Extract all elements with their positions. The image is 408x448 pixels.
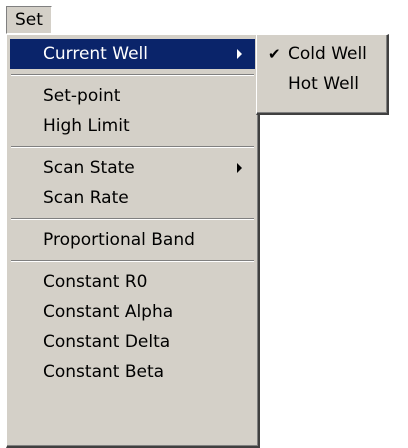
- menu-item-label: Set-point: [43, 86, 121, 106]
- menu-item-proportional-band[interactable]: Proportional Band: [10, 225, 255, 255]
- menubar-set-label: Set: [15, 10, 43, 30]
- menu-item-label: Scan Rate: [43, 188, 129, 208]
- submenu-item-label: Cold Well: [288, 44, 367, 64]
- menu-separator: [10, 255, 255, 267]
- submenu-arrow-icon: [237, 163, 242, 173]
- menu-item-constant-beta[interactable]: Constant Beta: [10, 357, 255, 387]
- menu-item-label: Constant Beta: [43, 362, 165, 382]
- menu-item-label: High Limit: [43, 116, 130, 136]
- current-well-submenu: ✔ Cold Well Hot Well: [256, 34, 389, 115]
- menu-item-label: Current Well: [43, 44, 148, 64]
- submenu-item-cold-well[interactable]: ✔ Cold Well: [260, 39, 384, 69]
- menu-item-constant-alpha[interactable]: Constant Alpha: [10, 297, 255, 327]
- submenu-item-hot-well[interactable]: Hot Well: [260, 69, 384, 99]
- menu-separator: [10, 69, 255, 81]
- checkmark-icon: ✔: [268, 45, 281, 63]
- menu-item-high-limit[interactable]: High Limit: [10, 111, 255, 141]
- menu-separator: [10, 141, 255, 153]
- set-menu: Current Well Set-point High Limit Scan S…: [6, 34, 260, 448]
- menu-item-label: Scan State: [43, 158, 135, 178]
- menu-item-constant-r0[interactable]: Constant R0: [10, 267, 255, 297]
- menu-item-label: Constant Delta: [43, 332, 171, 352]
- menu-item-constant-delta[interactable]: Constant Delta: [10, 327, 255, 357]
- menu-separator: [10, 213, 255, 225]
- menubar-set[interactable]: Set: [6, 6, 52, 34]
- menu-item-label: Constant Alpha: [43, 302, 174, 322]
- menu-item-scan-state[interactable]: Scan State: [10, 153, 255, 183]
- menu-item-label: Proportional Band: [43, 230, 195, 250]
- menu-item-scan-rate[interactable]: Scan Rate: [10, 183, 255, 213]
- menu-item-set-point[interactable]: Set-point: [10, 81, 255, 111]
- submenu-item-label: Hot Well: [288, 74, 359, 94]
- menu-item-current-well[interactable]: Current Well: [10, 39, 255, 69]
- submenu-arrow-icon: [237, 49, 242, 59]
- menu-item-label: Constant R0: [43, 272, 148, 292]
